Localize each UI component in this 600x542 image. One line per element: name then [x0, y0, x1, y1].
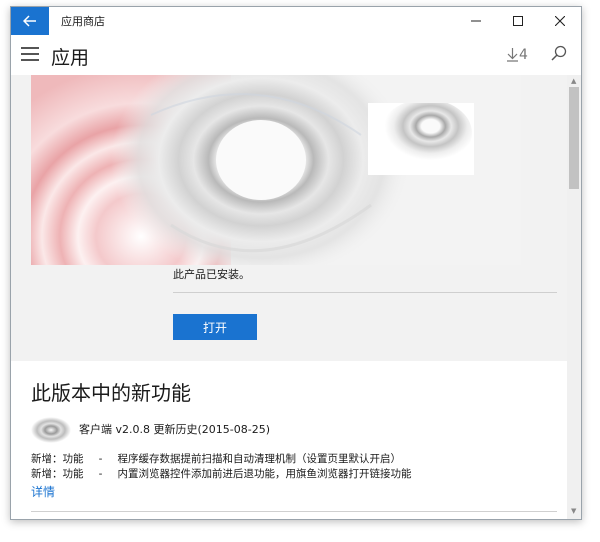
close-button[interactable]	[539, 7, 581, 35]
minimize-button[interactable]	[455, 7, 497, 35]
app-thumbnail-image	[368, 103, 474, 175]
release-notes: 新增：功能 - 程序缓存数据提前扫描和自动清理机制（设置页里默认开启） 新增：功能 -…	[31, 452, 412, 482]
back-button[interactable]	[11, 7, 49, 35]
downloads-count: 4	[519, 47, 528, 63]
open-button[interactable]: 打开	[173, 314, 257, 340]
app-header: 应用 4	[11, 35, 581, 75]
note-separator: -	[98, 468, 103, 480]
downloads-button[interactable]: 4	[507, 47, 528, 63]
window-title: 应用商店	[61, 15, 105, 28]
title-bar: 应用商店	[11, 7, 581, 35]
close-icon	[555, 16, 565, 26]
scroll-up-arrow-icon[interactable]: ▲	[571, 77, 576, 85]
download-arrow-icon	[507, 48, 518, 62]
note-text: 程序缓存数据提前扫描和自动清理机制（设置页里默认开启）	[117, 453, 402, 465]
back-arrow-icon	[23, 15, 36, 27]
details-link[interactable]: 详情	[31, 483, 55, 500]
search-icon	[551, 45, 567, 61]
version-row: 客户端 v2.0.8 更新历史(2015-08-25)	[31, 415, 270, 443]
release-note-item: 新增：功能 - 程序缓存数据提前扫描和自动清理机制（设置页里默认开启）	[31, 452, 412, 467]
scrollbar-thumb[interactable]	[569, 87, 579, 189]
release-note-item: 新增：功能 - 内置浏览器控件添加前进后退功能，用旗鱼浏览器打开链接功能	[31, 467, 412, 482]
search-button[interactable]	[551, 45, 571, 65]
note-prefix: 新增：功能	[31, 468, 84, 480]
whats-new-panel: 此版本中的新功能 客户端 v2.0.8 更新历史(2015-08-25) 新增：…	[11, 361, 567, 519]
version-text: 客户端 v2.0.8 更新历史(2015-08-25)	[79, 423, 271, 436]
note-prefix: 新增：功能	[31, 453, 84, 465]
minimize-icon	[471, 20, 481, 22]
note-separator: -	[98, 453, 103, 465]
app-icon	[31, 415, 77, 443]
page-title: 应用	[51, 47, 90, 69]
divider	[173, 292, 557, 293]
note-text: 内置浏览器控件添加前进后退功能，用旗鱼浏览器打开链接功能	[117, 468, 412, 480]
scroll-down-arrow-icon[interactable]: ▼	[571, 507, 576, 515]
content-area: 此产品已安装。 打开 此版本中的新功能 客户端 v2.0.8 更新历史(2015…	[11, 75, 567, 519]
divider	[31, 511, 557, 512]
maximize-icon	[513, 16, 523, 26]
hamburger-menu-icon[interactable]	[21, 47, 39, 63]
store-window: 应用商店 应用 4 此产品已安装。 打开 此版本中的新功能 客户端 v2.0.8…	[10, 6, 582, 520]
maximize-button[interactable]	[497, 7, 539, 35]
whats-new-title: 此版本中的新功能	[31, 381, 191, 405]
installed-status-text: 此产品已安装。	[173, 268, 250, 281]
